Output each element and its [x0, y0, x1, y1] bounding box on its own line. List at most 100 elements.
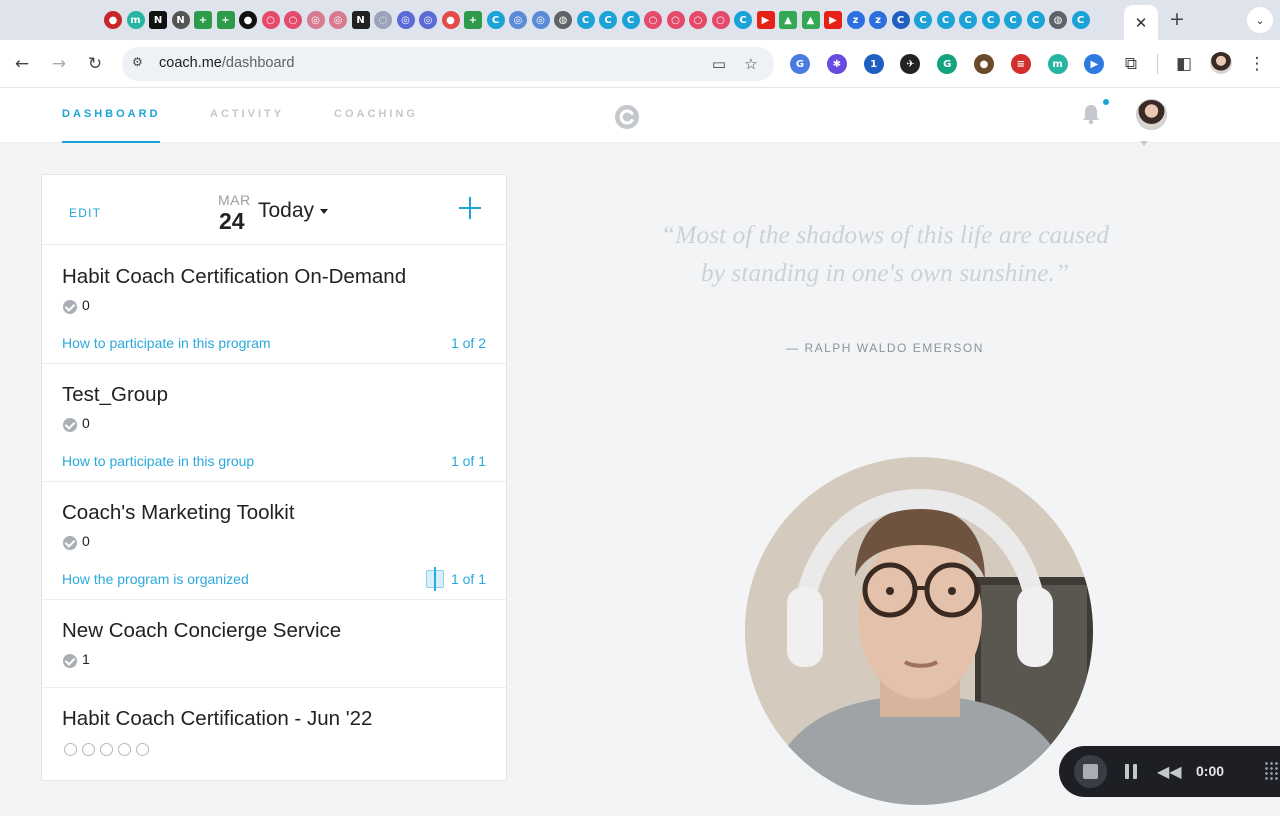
site-settings-icon[interactable]: ⚙ — [132, 55, 148, 71]
translate-extension-icon[interactable]: G — [790, 54, 810, 74]
cloud-favicon-icon[interactable]: ● — [441, 11, 460, 29]
cookie-extension-icon[interactable]: ● — [974, 54, 994, 74]
user-avatar[interactable] — [1136, 99, 1167, 130]
bookmark-star-icon[interactable]: ☆ — [740, 53, 762, 75]
coach-favicon-icon[interactable]: C — [599, 11, 617, 29]
nb-favicon-icon[interactable]: N — [149, 11, 167, 29]
asterisk-extension-icon[interactable]: ✱ — [826, 54, 847, 74]
plus-favicon-icon[interactable]: + — [216, 11, 235, 29]
coach-favicon-icon[interactable]: C — [959, 11, 977, 29]
coach-favicon-icon[interactable]: C — [1071, 11, 1090, 29]
habit-title[interactable]: New Coach Concierge Service — [62, 619, 341, 643]
coach-favicon-icon[interactable]: C — [936, 11, 955, 29]
program-link[interactable]: How the program is organized — [62, 571, 249, 587]
habit-title[interactable]: Habit Coach Certification - Jun '22 — [62, 707, 372, 731]
checkmark-icon[interactable] — [63, 418, 77, 432]
habit-item[interactable]: New Coach Concierge Service 1 — [42, 600, 506, 688]
stack-extension-icon[interactable]: ≡ — [1010, 54, 1031, 74]
plus-favicon-icon[interactable]: + — [464, 11, 482, 29]
notion-favicon-icon[interactable]: N — [171, 11, 190, 29]
ring-favicon-icon[interactable]: ○ — [711, 11, 730, 29]
rewind-icon[interactable]: ◀◀ — [1157, 762, 1182, 781]
m-extension-icon[interactable]: m — [1047, 54, 1068, 74]
webcam-preview[interactable] — [745, 457, 1093, 805]
ring-favicon-icon[interactable]: ○ — [689, 11, 707, 29]
tab-search-button[interactable]: ⌄ — [1247, 7, 1273, 33]
loop-favicon-icon[interactable]: ◎ — [531, 11, 550, 29]
zoom-favicon-icon[interactable]: z — [846, 11, 865, 29]
gear-favicon-icon[interactable]: ◎ — [329, 11, 347, 29]
habit-item[interactable]: Test_Group 0 How to participate in this … — [42, 364, 506, 482]
loop-favicon-icon[interactable]: ◎ — [509, 11, 527, 29]
step-progress[interactable]: 1 of 1 — [451, 453, 486, 469]
checkin-circle[interactable] — [100, 743, 113, 756]
zoom-favicon-icon[interactable]: z — [869, 11, 887, 29]
coach-favicon-icon[interactable]: C — [621, 11, 640, 29]
drive-favicon-icon[interactable]: ▲ — [779, 11, 797, 29]
tab-dashboard[interactable]: DASHBOARD — [62, 108, 161, 120]
coach-favicon-icon[interactable]: C — [486, 11, 505, 29]
program-link[interactable]: How to participate in this group — [62, 453, 254, 469]
dots-favicon-icon[interactable]: ◌ — [374, 11, 392, 29]
checkmark-icon[interactable] — [63, 654, 77, 668]
youtube-favicon-icon[interactable]: ▶ — [756, 11, 775, 29]
habit-title[interactable]: Habit Coach Certification On-Demand — [62, 265, 406, 289]
edit-button[interactable]: EDIT — [69, 206, 101, 220]
notion-favicon-icon[interactable]: N — [351, 11, 370, 29]
camera-icon[interactable]: ▭ — [708, 53, 730, 75]
forward-button[interactable]: → — [47, 52, 71, 76]
habit-item[interactable]: Habit Coach Certification - Jun '22 — [42, 688, 506, 780]
back-button[interactable]: ← — [10, 52, 34, 76]
drag-handle-icon[interactable] — [1264, 761, 1280, 781]
browser-menu-icon[interactable]: ⋮ — [1245, 52, 1269, 76]
medium-favicon-icon[interactable]: ● — [239, 11, 257, 29]
ring-favicon-icon[interactable]: ○ — [666, 11, 685, 29]
habit-title[interactable]: Test_Group — [62, 383, 168, 407]
date-selector[interactable]: Today — [258, 199, 329, 223]
habit-item[interactable]: Coach's Marketing Toolkit 0 How the prog… — [42, 482, 506, 600]
step-progress[interactable]: 1 of 2 — [451, 335, 486, 351]
checkmark-icon[interactable] — [63, 300, 77, 314]
side-panel-icon[interactable]: ◧ — [1172, 52, 1196, 76]
checkin-circle[interactable] — [82, 743, 95, 756]
coach-favicon-icon[interactable]: C — [576, 11, 595, 29]
coach-favicon-icon[interactable]: C — [1004, 11, 1022, 29]
active-tab-close-button[interactable]: ✕ — [1124, 5, 1158, 40]
tab-activity[interactable]: ACTIVITY — [210, 108, 284, 120]
checkin-circle[interactable] — [118, 743, 131, 756]
stop-recording-button[interactable] — [1074, 755, 1107, 788]
record-favicon-icon[interactable]: ● — [104, 11, 122, 29]
coach-favicon-icon[interactable]: C — [734, 11, 752, 29]
coach-favicon-icon[interactable]: C — [914, 11, 932, 29]
gear-favicon-icon[interactable]: ◎ — [306, 11, 325, 29]
pause-icon[interactable] — [1125, 764, 1138, 779]
new-tab-button[interactable]: + — [1166, 8, 1188, 30]
checkmark-icon[interactable] — [63, 536, 77, 550]
bell-icon[interactable] — [1080, 102, 1102, 126]
address-bar[interactable]: ⚙ coach.me/dashboard ▭ ☆ — [122, 47, 774, 81]
loop-favicon-icon[interactable]: ◎ — [419, 11, 437, 29]
habit-title[interactable]: Coach's Marketing Toolkit — [62, 501, 295, 525]
habit-item[interactable]: Habit Coach Certification On-Demand 0 Ho… — [42, 246, 506, 364]
onepassword-extension-icon[interactable]: 1 — [863, 54, 884, 74]
drive-favicon-icon[interactable]: ▲ — [801, 11, 820, 29]
ring-favicon-icon[interactable]: ○ — [644, 11, 662, 29]
program-link[interactable]: How to participate in this program — [62, 335, 271, 351]
coach-dark-favicon-icon[interactable]: C — [891, 11, 910, 29]
grammarly-extension-icon[interactable]: G — [937, 54, 958, 74]
plus-favicon-icon[interactable]: + — [194, 11, 212, 29]
coach-favicon-icon[interactable]: C — [1026, 11, 1045, 29]
youtube-favicon-icon[interactable]: ▶ — [824, 11, 842, 29]
extensions-puzzle-icon[interactable]: ⧉ — [1119, 52, 1143, 76]
checkin-circle[interactable] — [136, 743, 149, 756]
coach-logo-icon[interactable] — [614, 104, 640, 130]
tab-coaching[interactable]: COACHING — [334, 108, 418, 120]
globe-favicon-icon[interactable]: ◍ — [554, 11, 572, 29]
globe-favicon-icon[interactable]: ◍ — [1049, 11, 1067, 29]
url-text[interactable]: coach.me/dashboard — [159, 55, 294, 71]
send-extension-icon[interactable]: ✈ — [900, 54, 921, 74]
coach-favicon-icon[interactable]: C — [981, 11, 1000, 29]
ring-favicon-icon[interactable]: ○ — [284, 11, 302, 29]
loop-favicon-icon[interactable]: ◎ — [396, 11, 415, 29]
ring-favicon-icon[interactable]: ○ — [261, 11, 280, 29]
